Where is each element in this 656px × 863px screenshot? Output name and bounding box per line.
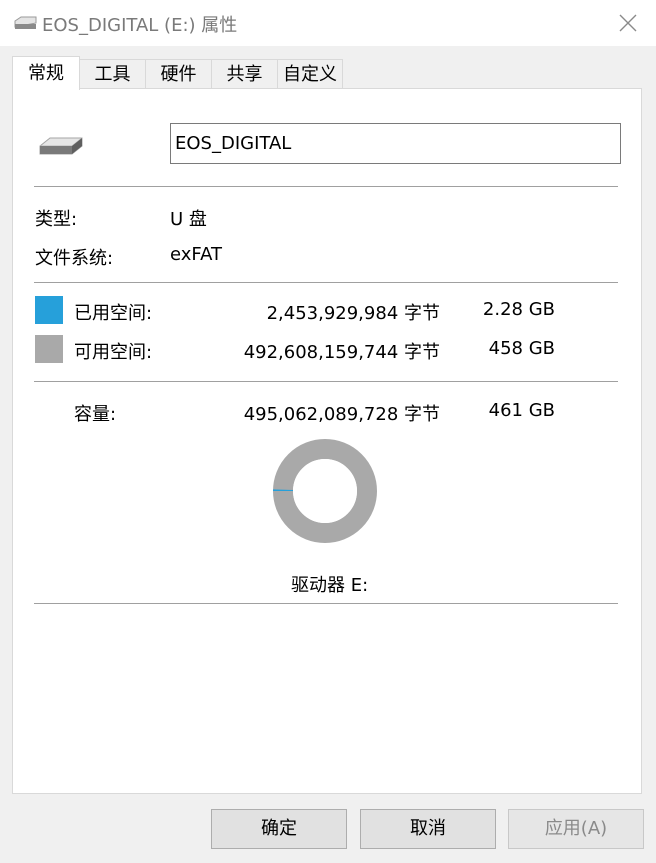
type-label: 类型:: [35, 209, 78, 230]
capacity-bytes: 495,062,089,728 字节: [243, 404, 440, 425]
separator: [34, 381, 618, 382]
separator: [34, 603, 618, 604]
free-space-label: 可用空间:: [74, 342, 153, 363]
title-bar: EOS_DIGITAL (E:) 属性: [0, 0, 656, 46]
capacity-size: 461 GB: [488, 400, 555, 421]
separator: [34, 186, 618, 187]
drive-name-input[interactable]: [170, 123, 621, 164]
used-space-bytes: 2,453,929,984 字节: [266, 303, 440, 324]
tab-tools[interactable]: 工具: [79, 59, 146, 89]
usb-drive-icon: [39, 137, 83, 155]
used-space-label: 已用空间:: [74, 303, 153, 324]
used-space-size: 2.28 GB: [482, 299, 555, 320]
apply-button[interactable]: 应用(A): [508, 809, 644, 849]
free-space-size: 458 GB: [488, 338, 555, 359]
usage-donut-chart: [273, 439, 377, 543]
tab-sharing[interactable]: 共享: [211, 59, 278, 89]
ok-button[interactable]: 确定: [211, 809, 347, 849]
tab-customize[interactable]: 自定义: [277, 59, 343, 89]
donut-hole: [293, 459, 357, 523]
free-space-swatch: [35, 335, 63, 363]
capacity-label: 容量:: [74, 404, 117, 425]
window-title: EOS_DIGITAL (E:) 属性: [42, 15, 238, 36]
drive-icon: [14, 16, 37, 29]
type-value: U 盘: [170, 209, 207, 230]
free-space-bytes: 492,608,159,744 字节: [243, 342, 440, 363]
cancel-button[interactable]: 取消: [360, 809, 496, 849]
filesystem-value: exFAT: [170, 244, 223, 265]
drive-letter-label: 驱动器 E:: [291, 575, 369, 596]
close-button[interactable]: [600, 0, 656, 46]
tab-general[interactable]: 常规: [12, 56, 80, 90]
tab-hardware[interactable]: 硬件: [145, 59, 212, 89]
filesystem-label: 文件系统:: [35, 248, 114, 269]
used-space-swatch: [35, 296, 63, 324]
close-icon: [619, 14, 637, 32]
separator: [34, 282, 618, 283]
